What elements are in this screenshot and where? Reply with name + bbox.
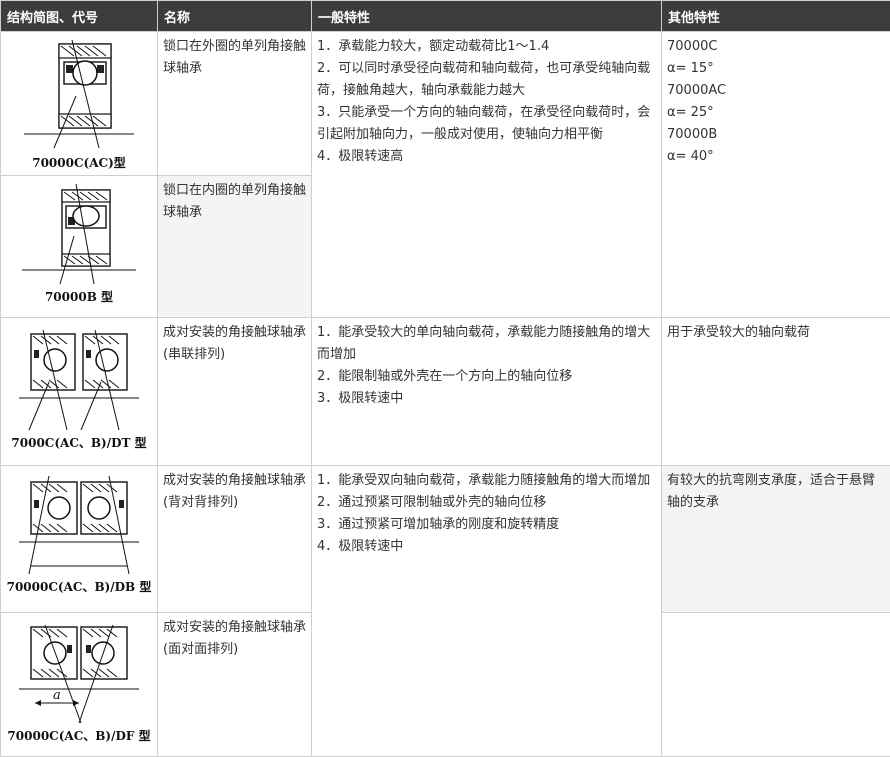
other-cell-single-row: 70000C α= 15° 70000AC α= 25° 70000B α= 4… [661,31,890,318]
name-cell-db: 成对安装的角接触球轴承(背对背排列) [157,465,312,613]
diagram-code-70000c: 70000C(AC)型 [32,156,126,170]
general-cell-dt: 1．能承受较大的单向轴向载荷，承载能力随接触角的增大而增加 2．能限制轴或外壳在… [311,317,662,466]
other-item: 70000B [667,127,718,142]
general-item: 4．极限转速中 [317,539,404,554]
general-item: 3．只能承受一个方向的轴向载荷，在承受径向载荷时，会引起附加轴向力，一般成对使用… [317,105,651,142]
general-item: 2．通过预紧可限制轴或外壳的轴向位移 [317,495,547,510]
other-item: 70000AC [667,83,727,98]
general-item: 2．可以同时承受径向载荷和轴向载荷，也可承受纯轴向载荷，接触角越大，轴向承载能力… [317,61,651,98]
general-item: 3．极限转速中 [317,391,404,406]
other-cell-df [661,612,890,757]
name-cell-70000c: 锁口在外圈的单列角接触球轴承 [157,31,312,176]
bearing-diagram-df: a [19,624,139,724]
diagram-cell-df: a 70000C(AC、B)/DF 型 [0,612,158,757]
bearing-diagram-70000c [24,39,134,149]
diagram-code-dt: 7000C(AC、B)/DT 型 [11,436,147,450]
diagram-cell-70000c: 70000C(AC)型 [0,31,158,176]
other-item: α= 40° [667,149,714,164]
name-cell-70000b: 锁口在内圈的单列角接触球轴承 [157,175,312,318]
name-cell-df: 成对安装的角接触球轴承(面对面排列) [157,612,312,757]
general-item: 1．能承受双向轴向载荷，承载能力随接触角的增大而增加 [317,473,651,488]
other-cell-db: 有较大的抗弯刚支承度，适合于悬臂轴的支承 [661,465,890,613]
other-item: α= 15° [667,61,714,76]
general-cell-single-row: 1．承载能力较大，额定动载荷比1～1.4 2．可以同时承受径向载荷和轴向载荷，也… [311,31,662,318]
other-cell-dt: 用于承受较大的轴向载荷 [661,317,890,466]
table-row: 70000C(AC)型 锁口在外圈的单列角接触球轴承 1．承载能力较大，额定动载… [0,31,890,318]
bearing-diagram-db [19,475,139,575]
header-name: 名称 [157,0,312,32]
diagram-cell-dt: 7000C(AC、B)/DT 型 [0,317,158,466]
diagram-code-df: 70000C(AC、B)/DF 型 [7,729,151,743]
bearing-diagram-70000b [22,183,136,285]
table-row: 7000C(AC、B)/DT 型 成对安装的角接触球轴承(串联排列) 1．能承受… [0,317,890,466]
general-item: 1．能承受较大的单向轴向载荷，承载能力随接触角的增大而增加 [317,325,651,362]
bearing-diagram-dt [19,329,139,431]
diagram-code-70000b: 70000B 型 [44,290,114,304]
diagram-code-db: 70000C(AC、B)/DB 型 [6,580,152,594]
general-cell-db-df: 1．能承受双向轴向载荷，承载能力随接触角的增大而增加 2．通过预紧可限制轴或外壳… [311,465,662,757]
header-other: 其他特性 [661,0,890,32]
table-row: 70000C(AC、B)/DB 型 成对安装的角接触球轴承(背对背排列) 1．能… [0,465,890,757]
general-item: 2．能限制轴或外壳在一个方向上的轴向位移 [317,369,573,384]
dimension-label: a [53,688,61,703]
general-item: 3．通过预紧可增加轴承的刚度和旋转精度 [317,517,560,532]
other-item: 70000C [667,39,718,54]
name-cell-dt: 成对安装的角接触球轴承(串联排列) [157,317,312,466]
general-item: 1．承载能力较大，额定动载荷比1～1.4 [317,39,550,54]
header-structure: 结构简图、代号 [0,0,158,32]
header-general: 一般特性 [311,0,662,32]
diagram-cell-db: 70000C(AC、B)/DB 型 [0,465,158,613]
table-header-row: 结构简图、代号 名称 一般特性 其他特性 [0,0,890,32]
other-item: α= 25° [667,105,714,120]
bearing-spec-table: 结构简图、代号 名称 一般特性 其他特性 70000C(AC)型 锁口在外圈的单… [0,0,890,757]
diagram-cell-70000b: 70000B 型 [0,175,158,318]
general-item: 4．极限转速高 [317,149,404,164]
